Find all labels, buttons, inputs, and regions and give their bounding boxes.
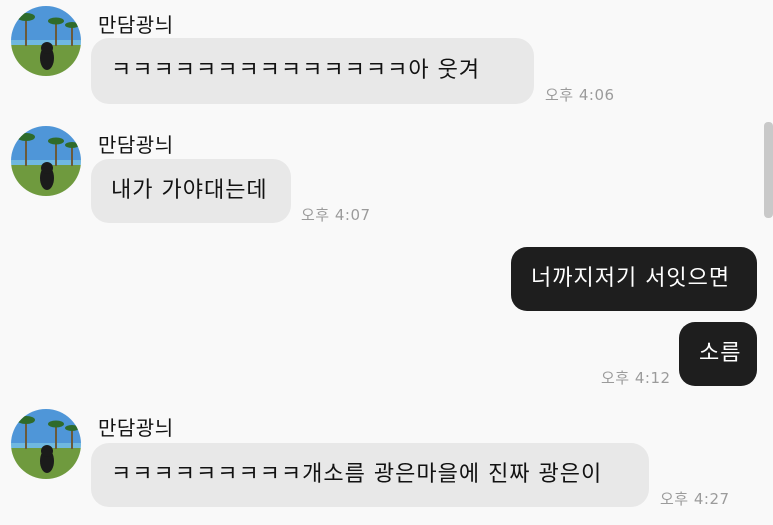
incoming-message-bubble[interactable]: ㅋㅋㅋㅋㅋㅋㅋㅋㅋㅋㅋㅋㅋㅋ아 웃겨 (91, 38, 534, 104)
avatar[interactable] (11, 409, 81, 479)
scrollbar-thumb[interactable] (764, 122, 773, 218)
outgoing-message-bubble[interactable]: 너까지저기 서잇으면 (511, 247, 757, 311)
sender-name: 만담광늬 (98, 13, 174, 37)
message-timestamp: 오후 4:07 (301, 206, 371, 224)
message-timestamp: 오후 4:06 (545, 86, 615, 104)
beach-palm-trees-avatar-icon (11, 6, 81, 76)
incoming-message-bubble[interactable]: 내가 가야대는데 (91, 159, 291, 223)
sender-name: 만담광늬 (98, 416, 174, 440)
avatar[interactable] (11, 6, 81, 76)
beach-palm-trees-avatar-icon (11, 409, 81, 479)
incoming-message-bubble[interactable]: ㅋㅋㅋㅋㅋㅋㅋㅋㅋ개소름 광은마을에 진짜 광은이 (91, 443, 649, 507)
message-timestamp: 오후 4:27 (660, 490, 730, 508)
outgoing-message-bubble[interactable]: 소름 (679, 322, 757, 386)
sender-name: 만담광늬 (98, 133, 174, 157)
beach-palm-trees-avatar-icon (11, 126, 81, 196)
avatar[interactable] (11, 126, 81, 196)
message-timestamp: 오후 4:12 (601, 369, 671, 387)
